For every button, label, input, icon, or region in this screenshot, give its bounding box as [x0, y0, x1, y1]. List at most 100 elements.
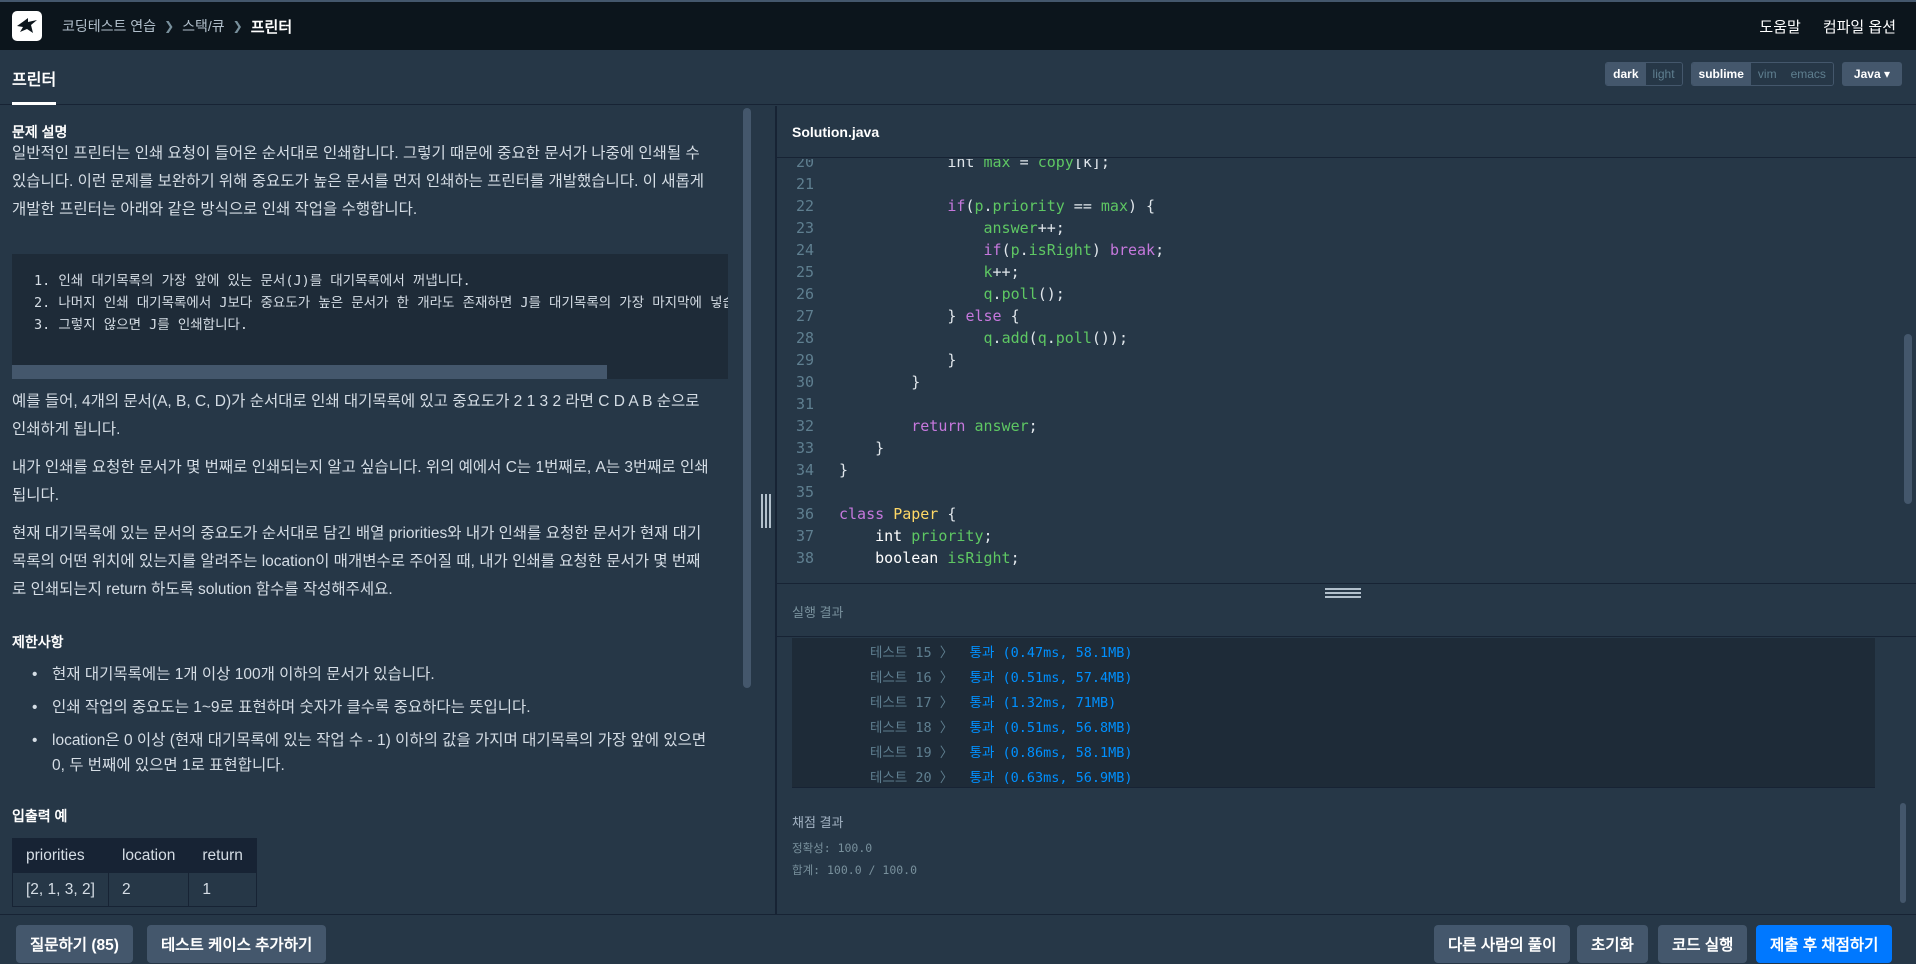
editor-header: Solution.java	[777, 106, 1916, 158]
table-header-cell: return	[188, 838, 257, 873]
list-item: 현재 대기목록에는 1개 이상 100개 이하의 문서가 있습니다.	[12, 662, 732, 687]
resize-handle-icon[interactable]	[761, 494, 771, 528]
code-editor[interactable]: 20 int max = copy[k]; 21 22 if(p.priorit…	[777, 159, 1916, 583]
reset-button[interactable]: 초기화	[1577, 925, 1648, 963]
code-line: 27 } else {	[795, 307, 1020, 325]
list-item: 테스트 17 〉 통과 (1.32ms, 71MB)	[870, 695, 1117, 711]
table-header-row: priorities location return	[12, 838, 257, 873]
list-item-line: location은 0 이상 (현재 대기목록에 있는 작업 수 - 1) 이하…	[52, 732, 707, 749]
submit-button[interactable]: 제출 후 채점하기	[1756, 925, 1893, 963]
table-cell: 1	[188, 872, 257, 907]
task-line: 현재 대기목록에 있는 문서의 중요도가 순서대로 담긴 배열 prioriti…	[12, 525, 702, 542]
test-results-list: 테스트 15 〉 통과 (0.47ms, 58.1MB) 테스트 16 〉 통과…	[792, 638, 1875, 788]
list-item: 테스트 18 〉 통과 (0.51ms, 56.8MB)	[870, 720, 1133, 736]
goal-paragraph: 내가 인쇄를 요청한 문서가 몇 번째로 인쇄되는지 알고 싶습니다. 위의 예…	[12, 454, 730, 510]
goal-line: 됩니다.	[12, 487, 60, 504]
code-line: 25 k++;	[795, 263, 1020, 281]
vertical-scrollbar[interactable]	[1904, 334, 1912, 504]
code-line: 32 return answer;	[795, 417, 1038, 435]
steps-code-block[interactable]: 1. 인쇄 대기목록의 가장 앞에 있는 문서(J)를 대기목록에서 꺼냅니다.…	[12, 254, 728, 379]
bottom-action-bar: 질문하기 (85) 테스트 케이스 추가하기 다른 사람의 풀이 초기화 코드 …	[0, 914, 1916, 964]
code-line: 21	[795, 175, 814, 193]
results-title: 실행 결과	[792, 605, 844, 620]
io-example-table: priorities location return [2, 1, 3, 2] …	[12, 838, 257, 907]
breadcrumb: 코딩테스트 연습 ❯ 스택/큐 ❯ 프린터	[62, 16, 292, 37]
top-navbar: 코딩테스트 연습 ❯ 스택/큐 ❯ 프린터 도움말 컴파일 옵션	[0, 0, 1916, 50]
breadcrumb-item-coding-test[interactable]: 코딩테스트 연습	[62, 16, 156, 36]
language-select-value: Java	[1853, 67, 1881, 81]
problem-tabbar: 프린터 dark light sublime vim emacs Java ▾	[0, 50, 1916, 105]
caret-down-icon: ▾	[1883, 67, 1890, 81]
chevron-right-icon: ❯	[232, 19, 243, 33]
others-solutions-button[interactable]: 다른 사람의 풀이	[1434, 925, 1571, 963]
code-line: 31	[795, 395, 814, 413]
code-line: 34}	[795, 461, 849, 479]
code-line: 28 q.add(q.poll());	[795, 329, 1128, 347]
constraints-title: 제한사항	[12, 634, 64, 650]
tab-problem[interactable]: 프린터	[12, 66, 56, 90]
keymap-sublime-option[interactable]: sublime	[1691, 63, 1751, 85]
accuracy-text: 정확성: 100.0	[792, 841, 873, 855]
list-item: 테스트 20 〉 통과 (0.63ms, 56.9MB)	[870, 770, 1133, 786]
theme-dark-option[interactable]: dark	[1606, 63, 1646, 85]
task-paragraph: 현재 대기목록에 있는 문서의 중요도가 순서대로 담긴 배열 prioriti…	[12, 520, 730, 604]
active-tab-indicator	[12, 102, 56, 105]
description-paragraph: 일반적인 프린터는 인쇄 요청이 들어온 순서대로 인쇄합니다. 그렇기 때문에…	[12, 140, 730, 224]
resize-handle-icon[interactable]	[1325, 588, 1361, 600]
code-line: 35	[795, 483, 814, 501]
example-line: 예를 들어, 4개의 문서(A, B, C, D)가 순서대로 인쇄 대기목록에…	[12, 393, 700, 410]
code-line: 23 answer++;	[795, 219, 1065, 237]
step-line: 2. 나머지 인쇄 대기목록에서 J보다 중요도가 높은 문서가 한 개라도 존…	[34, 295, 728, 311]
results-panel: 테스트 15 〉 통과 (0.47ms, 58.1MB) 테스트 16 〉 통과…	[777, 638, 1916, 914]
code-line: 26 q.poll();	[795, 285, 1065, 303]
io-example-title: 입출력 예	[12, 808, 68, 824]
keymap-vim-option[interactable]: vim	[1750, 63, 1784, 85]
help-link[interactable]: 도움말	[1759, 16, 1800, 37]
list-item: 테스트 19 〉 통과 (0.86ms, 58.1MB)	[870, 745, 1133, 761]
run-code-button[interactable]: 코드 실행	[1658, 925, 1748, 963]
description-line: 있습니다. 이런 문제를 보완하기 위해 중요도가 높은 문서를 먼저 인쇄하는…	[12, 173, 705, 190]
vertical-scrollbar[interactable]	[743, 108, 751, 688]
breadcrumb-item-stack-queue[interactable]: 스택/큐	[182, 16, 225, 36]
table-header-cell: location	[107, 838, 190, 873]
code-line: 20 int max = copy[k];	[795, 159, 1110, 171]
breadcrumb-item-current: 프린터	[250, 18, 293, 36]
step-line: 3. 그렇지 않으면 J를 인쇄합니다.	[34, 317, 249, 333]
add-testcase-button[interactable]: 테스트 케이스 추가하기	[147, 925, 327, 963]
keymap-toggle: sublime vim emacs	[1690, 62, 1834, 86]
code-line: 37 int priority;	[795, 527, 993, 545]
editor-filename: Solution.java	[792, 124, 880, 140]
task-line: 로 인쇄되는지 return 하도록 solution 함수를 작성해주세요.	[12, 581, 393, 598]
constraints-list: 현재 대기목록에는 1개 이상 100개 이하의 문서가 있습니다. 인쇄 작업…	[12, 662, 732, 786]
keymap-emacs-option[interactable]: emacs	[1783, 63, 1833, 85]
code-line: 29 }	[795, 351, 957, 369]
code-line: 38 boolean isRight;	[795, 549, 1020, 567]
table-header-cell: priorities	[12, 838, 109, 873]
code-line: 24 if(p.isRight) break;	[795, 241, 1165, 259]
compile-options-link[interactable]: 컴파일 옵션	[1823, 16, 1896, 37]
theme-light-option[interactable]: light	[1645, 63, 1682, 85]
total-score-text: 합계: 100.0 / 100.0	[792, 863, 918, 877]
horizontal-scrollbar[interactable]	[12, 365, 607, 379]
code-line: 33 }	[795, 439, 885, 457]
results-header: 실행 결과	[777, 583, 1916, 637]
theme-toggle: dark light	[1605, 62, 1683, 86]
example-paragraph: 예를 들어, 4개의 문서(A, B, C, D)가 순서대로 인쇄 대기목록에…	[12, 388, 730, 444]
table-cell: 2	[107, 872, 190, 907]
description-line: 일반적인 프린터는 인쇄 요청이 들어온 순서대로 인쇄합니다. 그렇기 때문에…	[12, 145, 700, 162]
language-select[interactable]: Java ▾	[1841, 62, 1902, 86]
list-item: location은 0 이상 (현재 대기목록에 있는 작업 수 - 1) 이하…	[12, 728, 732, 778]
problem-description-panel: 문제 설명 일반적인 프린터는 인쇄 요청이 들어온 순서대로 인쇄합니다. 그…	[0, 106, 755, 914]
code-line: 30 }	[795, 373, 921, 391]
bird-logo-icon[interactable]	[12, 11, 42, 41]
table-row: [2, 1, 3, 2] 2 1	[12, 872, 257, 907]
description-title: 문제 설명	[12, 124, 68, 140]
code-line: 22 if(p.priority == max) {	[795, 197, 1156, 215]
chevron-right-icon: ❯	[164, 19, 175, 33]
list-item: 인쇄 작업의 중요도는 1~9로 표현하며 숫자가 클수록 중요하다는 뜻입니다…	[12, 695, 732, 720]
task-line: 목록의 어떤 위치에 있는지를 알려주는 location이 매개변수로 주어질…	[12, 553, 701, 570]
ask-question-button[interactable]: 질문하기 (85)	[16, 925, 133, 963]
code-line: 36 class Paper {	[795, 505, 957, 523]
list-item: 테스트 16 〉 통과 (0.51ms, 57.4MB)	[870, 670, 1133, 686]
vertical-scrollbar[interactable]	[1900, 803, 1906, 903]
